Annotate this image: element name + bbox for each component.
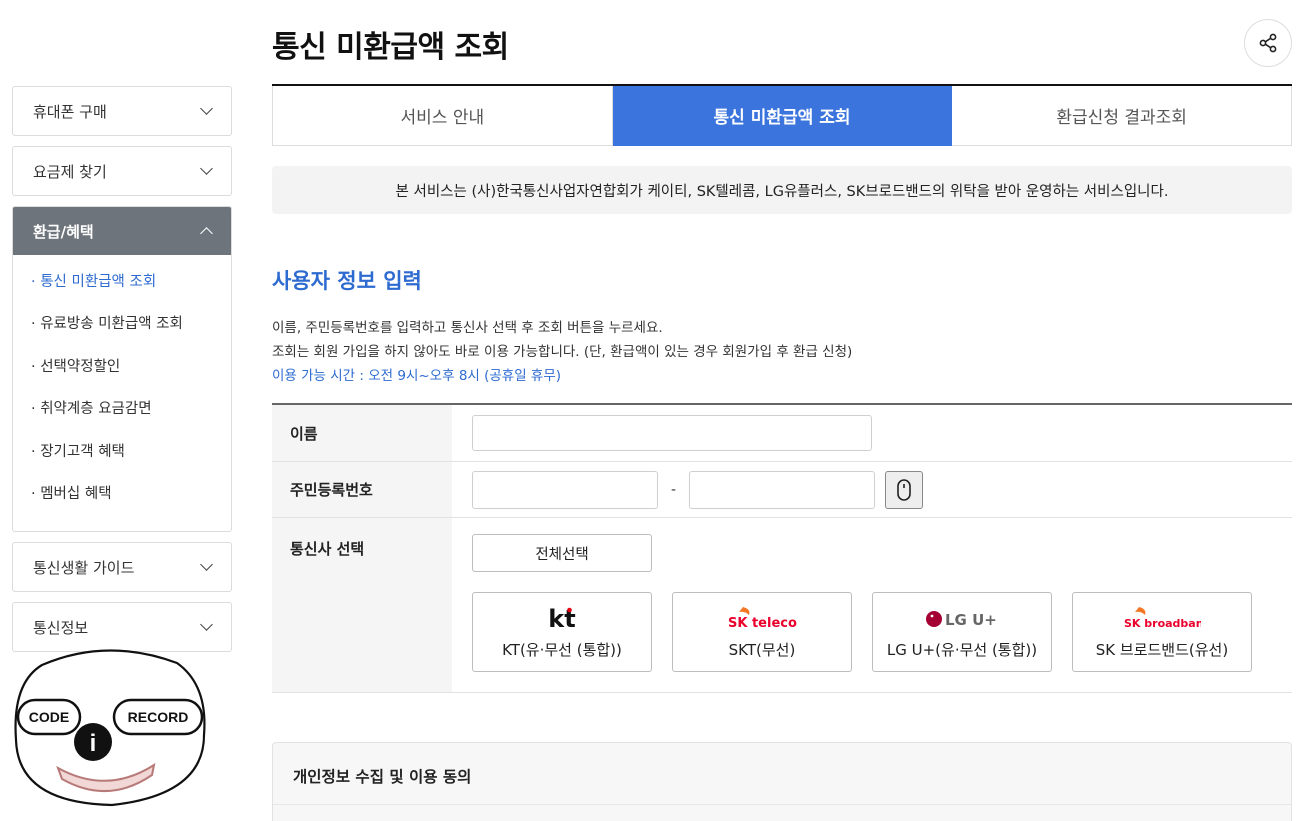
desc-line: 조회는 회원 가입을 하지 않아도 바로 이용 가능합니다. (단, 환급액이 …: [272, 344, 853, 360]
privacy-consent-panel: 개인정보 수집 및 이용 동의: [272, 742, 1292, 821]
form-row-carrier: 통신사 선택 전체선택 kt KT(유·무선 (통합)) SK teleco S…: [272, 518, 1292, 693]
tab-service-guide[interactable]: 서비스 안내: [272, 86, 613, 146]
svg-text:SK telecom: SK telecom: [728, 616, 797, 631]
carrier-label: 통신사 선택: [272, 518, 452, 692]
rrn-front-input[interactable]: [472, 470, 658, 509]
sidebar-item-longterm-benefit[interactable]: 장기고객 혜택: [31, 439, 231, 481]
sidebar: 휴대폰 구매 요금제 찾기 환급/혜택 통신 미환급액 조회 유료방송 미환급액…: [12, 86, 232, 662]
chevron-down-icon: [200, 102, 213, 115]
record-label: RECORD: [128, 709, 189, 725]
svg-text:LG U+: LG U+: [945, 611, 997, 629]
carrier-options: kt KT(유·무선 (통합)) SK telecom: [472, 592, 1252, 672]
sidebar-menu-refund-benefits: 환급/혜택 통신 미환급액 조회 유료방송 미환급액 조회 선택약정할인 취약계…: [12, 206, 232, 533]
sidebar-item-membership-benefit[interactable]: 멤버십 혜택: [31, 481, 231, 523]
sidebar-menu-phone-purchase[interactable]: 휴대폰 구매: [12, 86, 232, 136]
service-hours: 이용 가능 시간 : 오전 9시~오후 8시 (공휴일 휴무): [272, 368, 562, 384]
section-description: 이름, 주민등록번호를 입력하고 통신사 선택 후 조회 버튼을 누르세요. 조…: [272, 316, 852, 388]
sidebar-menu-label: 휴대폰 구매: [33, 102, 107, 121]
user-info-form: 이름 주민등록번호 - 통신사 선택 전체선택 kt KT(유·무선 (통합))…: [272, 403, 1292, 693]
sidebar-menu-label: 통신생활 가이드: [33, 558, 135, 577]
tab-refund-lookup[interactable]: 통신 미환급액 조회: [612, 86, 953, 146]
select-all-button[interactable]: 전체선택: [472, 534, 652, 572]
rrn-separator: -: [671, 481, 677, 498]
name-input[interactable]: [472, 415, 872, 451]
chevron-up-icon: [200, 227, 213, 240]
consent-title: 개인정보 수집 및 이용 동의: [273, 743, 1291, 805]
mascot-widget[interactable]: CODE RECORD i: [12, 645, 208, 811]
carrier-name: SK 브로드밴드(유선): [1095, 640, 1229, 659]
svg-text:SK broadband: SK broadband: [1124, 617, 1201, 630]
sk-broadband-logo: SK broadband: [1123, 605, 1201, 631]
rrn-label: 주민등록번호: [272, 462, 452, 517]
sidebar-menu-label: 요금제 찾기: [33, 162, 107, 181]
carrier-option-skt[interactable]: SK telecom SKT(무선): [672, 592, 852, 672]
chevron-down-icon: [200, 162, 213, 175]
rrn-back-input[interactable]: [689, 470, 876, 509]
share-icon: [1259, 33, 1277, 53]
sidebar-item-paytv-refund[interactable]: 유료방송 미환급액 조회: [31, 311, 231, 353]
form-row-rrn: 주민등록번호 -: [272, 462, 1292, 518]
chevron-down-icon: [200, 618, 213, 632]
sidebar-menu-plan-finder[interactable]: 요금제 찾기: [12, 146, 232, 196]
carrier-option-kt[interactable]: kt KT(유·무선 (통합)): [472, 592, 652, 672]
form-row-name: 이름: [272, 405, 1292, 462]
mouse-icon: [897, 478, 911, 501]
chevron-down-icon: [200, 558, 213, 572]
sidebar-item-vulnerable-discount[interactable]: 취약계층 요금감면: [31, 396, 231, 438]
secure-keypad-button[interactable]: [885, 470, 924, 509]
info-label: i: [90, 730, 97, 757]
tab-refund-result[interactable]: 환급신청 결과조회: [952, 86, 1293, 146]
name-label: 이름: [272, 405, 452, 461]
tab-bar: 서비스 안내 통신 미환급액 조회 환급신청 결과조회: [272, 84, 1293, 146]
sidebar-item-contract-discount[interactable]: 선택약정할인: [31, 354, 231, 396]
kt-logo: kt: [548, 605, 576, 631]
lg-uplus-logo: LG U+: [925, 605, 999, 631]
share-button[interactable]: [1244, 19, 1292, 67]
sidebar-menu-label: 통신정보: [33, 618, 89, 637]
sidebar-menu-label: 환급/혜택: [33, 222, 94, 241]
sk-telecom-logo: SK telecom: [727, 605, 797, 631]
sidebar-menu-refund-header[interactable]: 환급/혜택: [13, 207, 231, 255]
carrier-name: KT(유·무선 (통합)): [502, 640, 622, 659]
sidebar-item-telecom-refund[interactable]: 통신 미환급액 조회: [31, 269, 231, 311]
sidebar-menu-telecom-guide[interactable]: 통신생활 가이드: [12, 542, 232, 593]
service-notice: 본 서비스는 (사)한국통신사업자연합회가 케이티, SK텔레콤, LG유플러스…: [272, 166, 1292, 214]
form-value: -: [452, 462, 1292, 517]
carrier-option-lgu[interactable]: LG U+ LG U+(유·무선 (통합)): [872, 592, 1052, 672]
page-title: 통신 미환급액 조회: [272, 30, 509, 65]
section-title: 사용자 정보 입력: [272, 269, 422, 293]
carrier-name: SKT(무선): [728, 640, 796, 659]
form-value: 전체선택 kt KT(유·무선 (통합)) SK teleco SKT(무선) …: [452, 518, 1292, 692]
carrier-name: LG U+(유·무선 (통합)): [886, 640, 1038, 659]
desc-line: 이름, 주민등록번호를 입력하고 통신사 선택 후 조회 버튼을 누르세요.: [272, 320, 663, 336]
sidebar-submenu: 통신 미환급액 조회 유료방송 미환급액 조회 선택약정할인 취약계층 요금감면…: [13, 255, 231, 531]
carrier-option-skb[interactable]: SK broadband SK 브로드밴드(유선): [1072, 592, 1252, 672]
form-value: [452, 405, 1292, 461]
code-label: CODE: [29, 709, 69, 725]
